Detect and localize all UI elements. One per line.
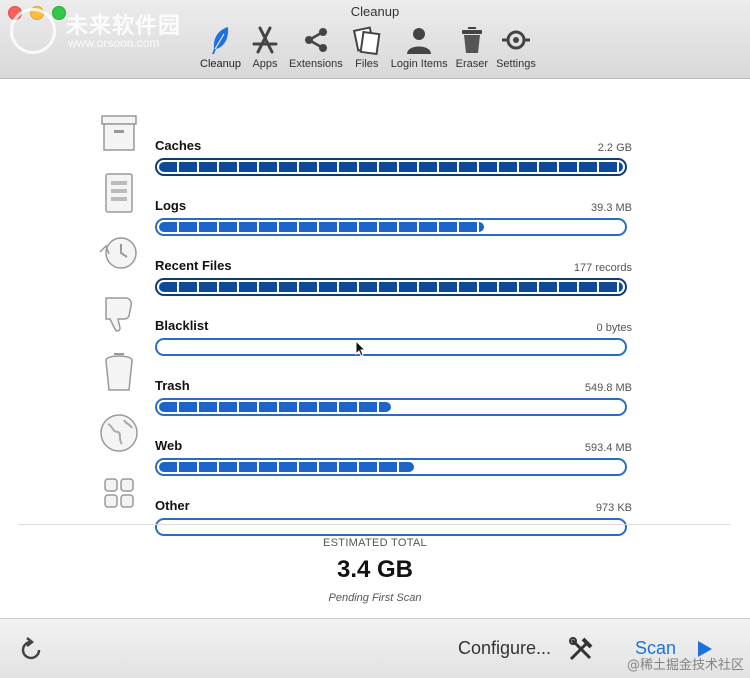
tab-settings[interactable]: Settings — [492, 24, 540, 70]
mouse-cursor-icon — [355, 340, 367, 357]
toolbar-tabs: Cleanup Apps Extensions Files Login Item… — [196, 24, 540, 70]
category-label: Caches — [155, 138, 202, 153]
category-row-other[interactable]: Other 973 KB — [96, 466, 636, 536]
category-label: Recent Files — [155, 258, 232, 273]
tab-files[interactable]: Files — [347, 24, 387, 70]
grid-icon — [96, 470, 142, 516]
footer-watermark: @稀土掘金技术社区 — [626, 658, 744, 673]
tab-label: Extensions — [288, 58, 343, 70]
tab-label: Files — [355, 58, 379, 70]
category-row-blacklist[interactable]: Blacklist 0 bytes — [96, 286, 636, 356]
tab-extensions[interactable]: Extensions — [285, 24, 347, 70]
category-row-logs[interactable]: Logs 39.3 MB — [96, 166, 636, 236]
window-title: Cleanup — [350, 4, 400, 19]
tab-label: Cleanup — [200, 58, 241, 70]
tab-apps[interactable]: Apps — [245, 24, 285, 70]
category-value: 973 KB — [595, 502, 632, 514]
settings-icon — [501, 30, 530, 50]
bottom-bar: Configure... Scan @稀土掘金技术社区 — [0, 618, 750, 678]
trash-icon — [461, 27, 482, 53]
app-window: 未来软件园 www.orsoon.com Cleanup Cleanup App… — [0, 0, 750, 678]
tab-label: Login Items — [390, 58, 448, 70]
app-store-icon — [252, 26, 278, 54]
configure-button[interactable]: Configure... — [458, 638, 551, 659]
estimated-total-value: 3.4 GB — [336, 556, 414, 583]
history-icon — [96, 230, 142, 276]
log-icon — [96, 170, 142, 216]
tab-login-items[interactable]: Login Items — [387, 24, 452, 70]
estimated-total-label: ESTIMATED TOTAL — [323, 537, 427, 549]
category-value: 177 records — [573, 262, 632, 274]
category-label: Other — [155, 498, 190, 513]
progress-bar — [155, 518, 627, 536]
thumbs-down-icon — [96, 290, 142, 336]
category-value: 39.3 MB — [591, 202, 632, 214]
category-label: Blacklist — [155, 318, 209, 333]
category-label: Trash — [155, 378, 190, 393]
category-row-recent-files[interactable]: Recent Files 177 records — [96, 226, 636, 296]
divider — [18, 524, 730, 525]
category-label: Logs — [155, 198, 187, 213]
feather-icon — [212, 27, 229, 54]
share-icon — [304, 28, 327, 52]
person-icon — [407, 28, 432, 54]
tab-label: Eraser — [455, 58, 489, 70]
category-value: 549.8 MB — [584, 382, 632, 394]
globe-icon — [96, 410, 142, 456]
category-value: 2.2 GB — [597, 142, 632, 154]
tab-label: Apps — [252, 58, 278, 70]
tab-eraser[interactable]: Eraser — [452, 24, 492, 70]
refresh-icon[interactable] — [18, 637, 44, 663]
toolbar: 未来软件园 www.orsoon.com Cleanup Cleanup App… — [0, 0, 750, 79]
category-row-caches[interactable]: Caches 2.2 GB — [96, 106, 636, 176]
category-value: 593.4 MB — [584, 442, 632, 454]
category-label: Web — [155, 438, 183, 453]
scan-status: Pending First Scan — [328, 592, 422, 604]
category-value: 0 bytes — [596, 322, 632, 334]
tab-cleanup[interactable]: Cleanup — [196, 24, 245, 70]
category-row-web[interactable]: Web 593.4 MB — [96, 406, 636, 476]
watermark-url: www.orsoon.com — [68, 36, 160, 50]
box-icon — [96, 110, 142, 156]
tab-label: Settings — [496, 58, 536, 70]
tools-icon[interactable] — [566, 634, 596, 664]
files-icon — [352, 26, 381, 56]
trash-can-icon — [96, 350, 142, 396]
